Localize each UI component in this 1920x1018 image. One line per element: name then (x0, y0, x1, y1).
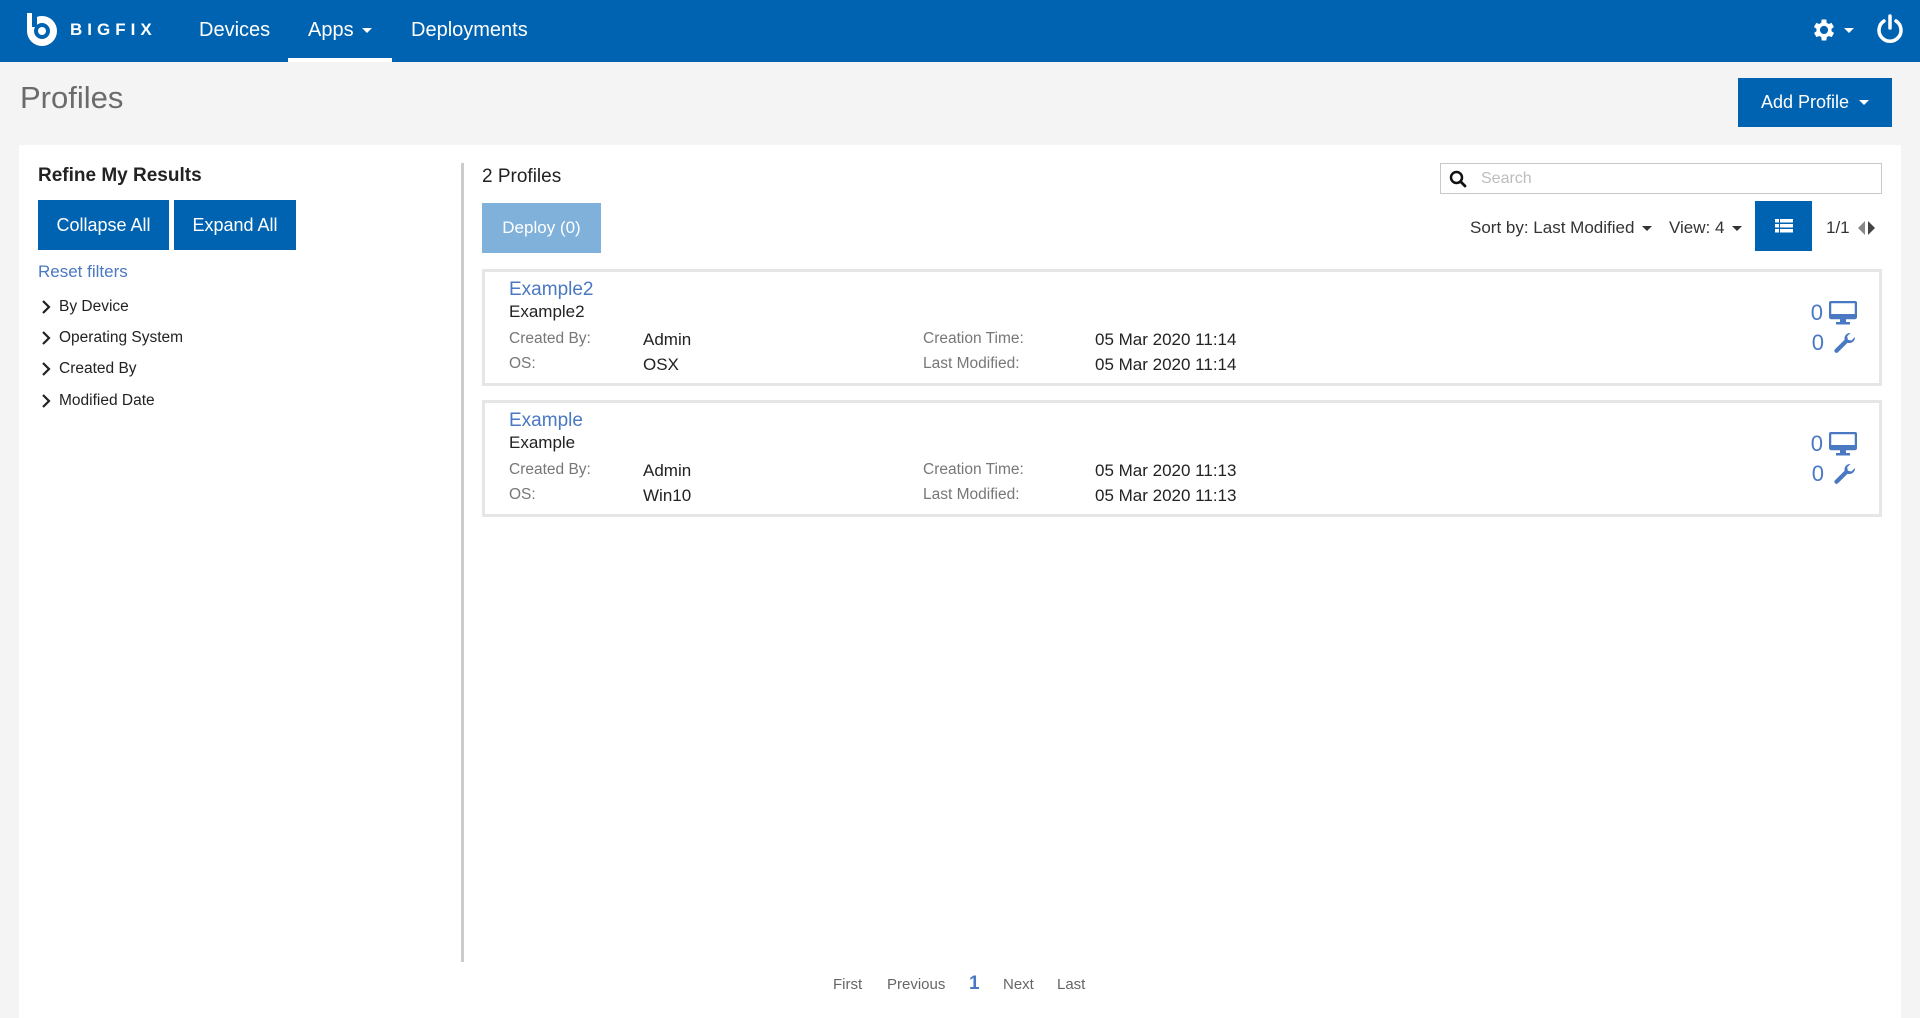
filter-label: Modified Date (59, 392, 155, 409)
chevron-right-icon (42, 331, 51, 345)
fixlet-count[interactable]: 0 (1812, 461, 1857, 487)
creation-time-value: 05 Mar 2020 11:14 (1095, 330, 1237, 349)
nav-deployments-label: Deployments (411, 19, 528, 41)
nav-apps-label: Apps (308, 19, 354, 41)
next-page-arrow-icon[interactable] (1868, 221, 1875, 235)
view-count-dropdown[interactable]: View: 4 (1669, 218, 1743, 238)
chevron-right-icon (42, 362, 51, 376)
add-profile-button[interactable]: Add Profile (1738, 78, 1892, 127)
creation-time-value: 05 Mar 2020 11:13 (1095, 461, 1237, 480)
add-profile-label: Add Profile (1760, 92, 1850, 112)
sort-dropdown[interactable]: Sort by: Last Modified (1470, 218, 1653, 238)
search-box (1440, 163, 1882, 194)
device-count-value: 0 (1810, 300, 1823, 325)
chevron-right-icon (42, 394, 51, 408)
deploy-button[interactable]: Deploy (0) (482, 203, 601, 253)
device-count[interactable]: 0 (1811, 300, 1857, 326)
bigfix-logo-icon (27, 13, 57, 46)
filter-modified-date[interactable]: Modified Date (41, 392, 155, 410)
nav-apps[interactable]: Apps (288, 0, 392, 62)
device-count-value: 0 (1810, 431, 1823, 456)
last-modified-value: 05 Mar 2020 11:14 (1095, 355, 1237, 374)
chevron-down-icon (1732, 226, 1743, 232)
created-by-value: Admin (643, 330, 692, 349)
content-panel: Refine My Results Collapse All Expand Al… (19, 145, 1901, 1018)
os-label: OS: (509, 355, 536, 372)
fixlet-count[interactable]: 0 (1812, 330, 1857, 356)
prev-page-arrow-icon[interactable] (1858, 221, 1865, 235)
created-by-value: Admin (643, 461, 692, 480)
chevron-down-icon (1859, 100, 1870, 105)
creation-time-label: Creation Time: (923, 330, 1024, 347)
monitor-icon (1829, 301, 1857, 325)
profile-count: 2 Profiles (482, 166, 562, 187)
page-info: 1/1 (1826, 218, 1850, 237)
gear-icon (1813, 19, 1835, 41)
page-title: Profiles (20, 80, 124, 115)
pagination-current-page[interactable]: 1 (969, 973, 980, 995)
view-label: View: 4 (1669, 218, 1725, 237)
profile-card: Example2 Example2 Created By: Admin OS: … (482, 269, 1882, 386)
os-label: OS: (509, 486, 536, 503)
top-navbar: BIGFIX Devices Apps Deployments (0, 0, 1920, 62)
created-by-label: Created By: (509, 330, 591, 347)
search-input[interactable] (1481, 169, 1861, 188)
profile-card: Example Example Created By: Admin OS: Wi… (482, 400, 1882, 517)
filter-operating-system[interactable]: Operating System (41, 329, 183, 347)
created-by-label: Created By: (509, 461, 591, 478)
nav-deployments[interactable]: Deployments (411, 0, 528, 62)
filter-created-by[interactable]: Created By (41, 360, 137, 378)
settings-menu[interactable] (1810, 16, 1854, 44)
reset-filters-link[interactable]: Reset filters (38, 262, 128, 282)
profile-description: Example2 (509, 302, 585, 321)
profile-name-link[interactable]: Example (509, 410, 583, 432)
nav-devices[interactable]: Devices (199, 0, 270, 62)
last-modified-value: 05 Mar 2020 11:13 (1095, 486, 1237, 505)
profile-name-link[interactable]: Example2 (509, 279, 594, 301)
filter-label: Operating System (59, 329, 184, 346)
wrench-icon (1834, 463, 1856, 484)
os-value: OSX (643, 355, 679, 374)
last-modified-label: Last Modified: (923, 355, 1020, 372)
collapse-all-button[interactable]: Collapse All (38, 200, 169, 250)
filter-label: Created By (59, 360, 137, 377)
chevron-down-icon (361, 28, 372, 34)
pagination-previous[interactable]: Previous (887, 976, 945, 993)
list-view-icon (1774, 219, 1793, 233)
brand-name: BIGFIX (70, 20, 157, 39)
chevron-right-icon (42, 300, 51, 314)
search-icon (1449, 170, 1467, 187)
refine-heading: Refine My Results (38, 165, 202, 186)
last-modified-label: Last Modified: (923, 486, 1020, 503)
bigfix-logo[interactable]: BIGFIX (24, 11, 157, 49)
chevron-down-icon (1844, 27, 1854, 33)
expand-all-button[interactable]: Expand All (174, 200, 296, 250)
chevron-down-icon (1642, 226, 1653, 232)
sort-label: Sort by: Last Modified (1470, 218, 1635, 237)
monitor-icon (1829, 432, 1857, 456)
pagination-last[interactable]: Last (1057, 976, 1085, 993)
wrench-icon (1834, 332, 1856, 353)
list-view-button[interactable] (1755, 201, 1812, 251)
creation-time-label: Creation Time: (923, 461, 1024, 478)
profile-description: Example (509, 433, 576, 452)
fixlet-count-value: 0 (1811, 330, 1824, 355)
pagination-next[interactable]: Next (1003, 976, 1034, 993)
sidebar-divider[interactable] (461, 163, 464, 962)
fixlet-count-value: 0 (1811, 461, 1824, 486)
os-value: Win10 (643, 486, 692, 505)
logout-button[interactable] (1876, 14, 1904, 49)
pagination-first[interactable]: First (833, 976, 862, 993)
power-icon (1877, 14, 1903, 43)
device-count[interactable]: 0 (1811, 431, 1857, 457)
filter-by-device[interactable]: By Device (41, 298, 129, 316)
nav-devices-label: Devices (199, 19, 271, 41)
filter-label: By Device (59, 298, 129, 315)
